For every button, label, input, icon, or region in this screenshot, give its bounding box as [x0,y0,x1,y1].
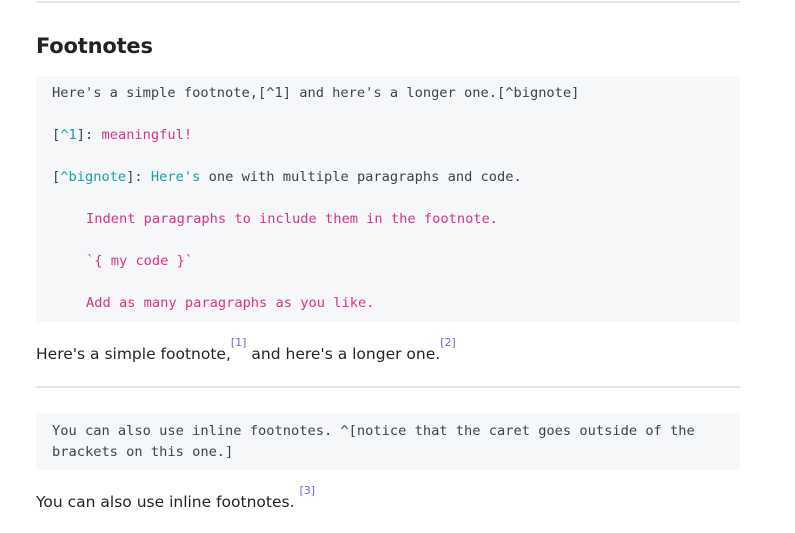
top-divider [36,1,740,3]
code-line-1: Here's a simple footnote,[^1] and here's… [52,85,580,101]
code-line-4: Indent paragraphs to include them in the… [86,211,499,227]
footnote-link-2[interactable]: [2] [440,336,456,349]
section-heading-footnotes: Footnotes [36,34,153,58]
code-line-6: Add as many paragraphs as you like. [86,295,375,311]
code-line-2: [^1]: meaningful! [52,127,193,143]
code-line-3: [^bignote]: Here's one with multiple par… [52,169,522,185]
footnote-text-token: meaningful! [101,127,193,143]
markdown-code-block-footnotes: Here's a simple footnote,[^1] and here's… [36,76,740,322]
rendered-inline-footnote-paragraph: You can also use inline footnotes. [3] [36,484,316,512]
footnote-link-1[interactable]: [1] [231,336,247,349]
footnote-link-3[interactable]: [3] [299,484,315,497]
code-line-1: You can also use inline footnotes. ^[not… [52,423,695,439]
footnote-heres-token: Here's [150,169,201,185]
rendered-footnote-paragraph: Here's a simple footnote,[1] and here's … [36,336,456,364]
footnote-ref-token: ^bignote [60,169,127,185]
footnote-ref-token: ^1 [60,127,77,143]
middle-divider [36,386,740,388]
code-line-2: brackets on this one.] [52,444,234,460]
code-line-5: `{ my code }` [86,253,194,269]
markdown-code-block-inline-footnotes: You can also use inline footnotes. ^[not… [36,413,740,470]
